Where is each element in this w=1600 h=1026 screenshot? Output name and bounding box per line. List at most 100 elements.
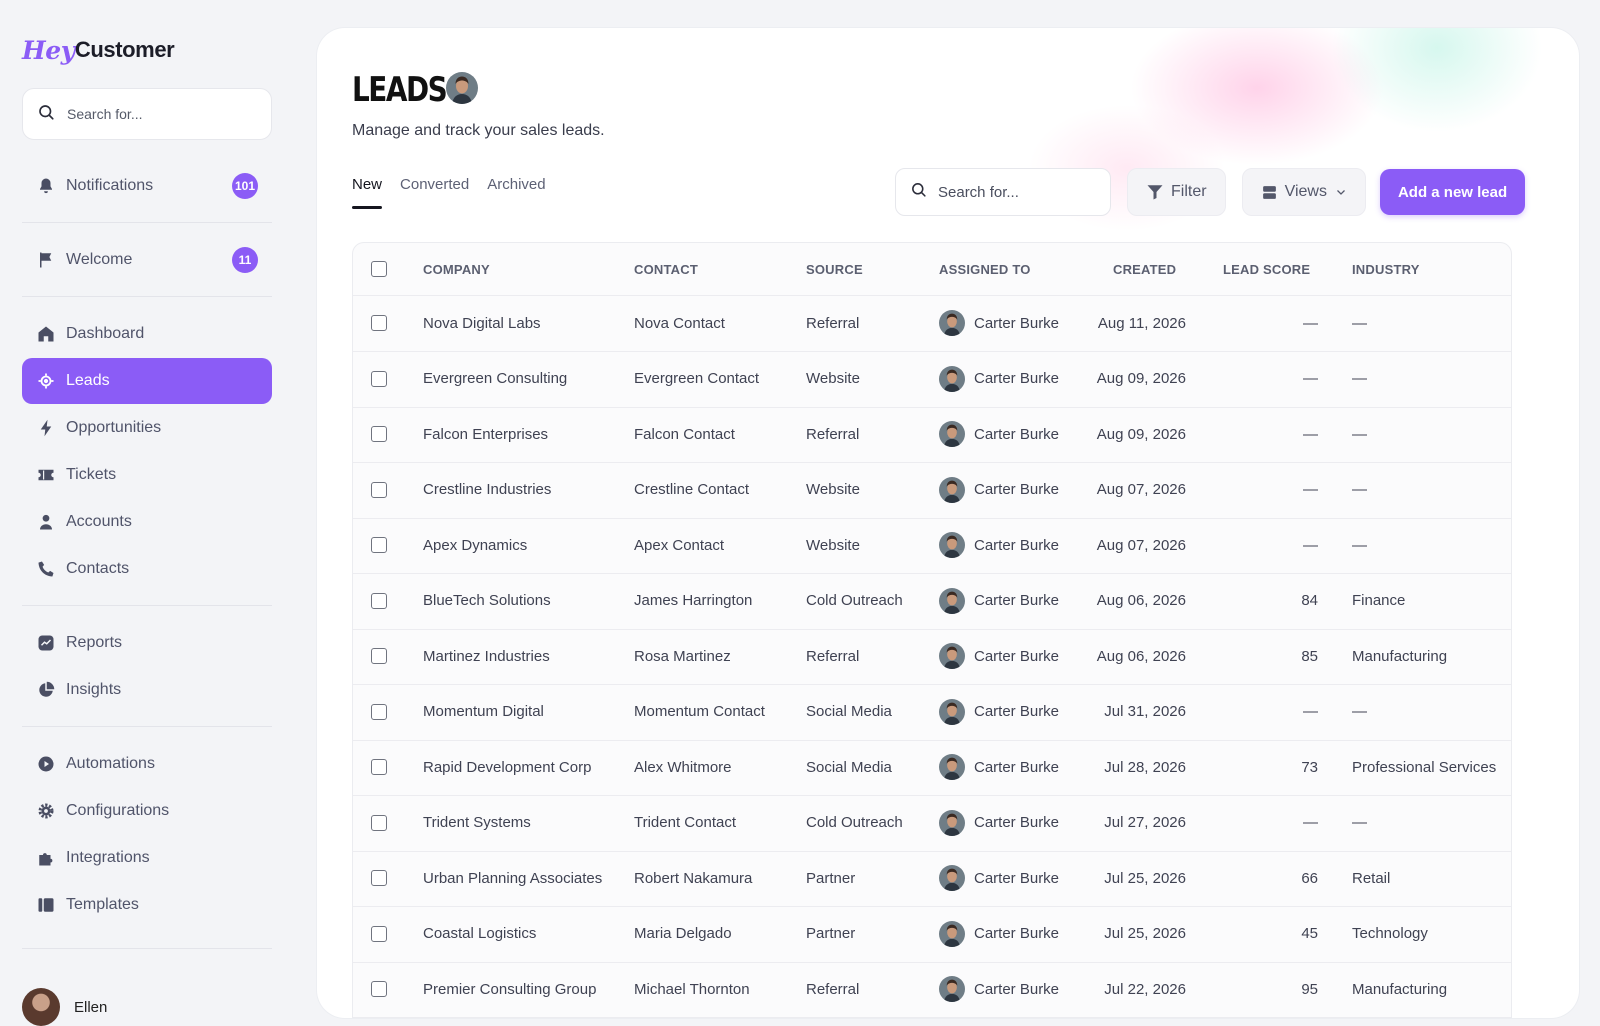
cell-company[interactable]: Falcon Enterprises xyxy=(423,406,548,462)
user-profile[interactable]: Ellen xyxy=(22,988,107,1026)
sidebar-item-automations[interactable]: Automations xyxy=(22,741,272,787)
row-checkbox[interactable] xyxy=(371,426,387,442)
cell-created: Jul 28, 2026 xyxy=(1104,758,1186,776)
cell-created: Jul 31, 2026 xyxy=(1104,703,1186,720)
row-checkbox[interactable] xyxy=(371,759,387,775)
assignee-name: Carter Burke xyxy=(974,814,1060,831)
filter-button[interactable]: Filter xyxy=(1127,168,1226,216)
sidebar-item-leads[interactable]: Leads xyxy=(22,358,272,404)
table-row[interactable]: Momentum Digital Momentum Contact Social M… xyxy=(353,684,1511,741)
table-row[interactable]: Evergreen Consulting Evergreen Contact Web… xyxy=(353,351,1511,408)
cell-company[interactable]: Martinez Industries xyxy=(423,628,550,684)
cell-created: Aug 11, 2026 xyxy=(1097,314,1186,332)
sidebar-divider xyxy=(22,296,272,297)
table-row[interactable]: Trident Systems Trident Contact Cold Outre… xyxy=(353,795,1511,852)
cell-company[interactable]: Apex Dynamics xyxy=(423,517,527,573)
cell-industry: — xyxy=(1352,370,1367,387)
row-checkbox[interactable] xyxy=(371,703,387,720)
column-header-contact[interactable]: Contact xyxy=(634,243,698,295)
avatar xyxy=(939,477,965,503)
sidebar-search-input[interactable] xyxy=(65,105,259,123)
cell-lead-score: — xyxy=(1303,481,1318,498)
table-row[interactable]: Urban Planning Associates Robert Nakamura… xyxy=(353,850,1511,907)
assignee-name: Carter Burke xyxy=(974,425,1060,443)
sidebar-item-welcome[interactable]: Welcome 11 xyxy=(22,237,272,283)
cell-company[interactable]: Urban Planning Associates xyxy=(423,850,602,906)
cell-company[interactable]: Coastal Logistics xyxy=(423,906,536,962)
table-row[interactable]: Nova Digital Labs Nova Contact Referral Car… xyxy=(353,295,1511,352)
row-checkbox[interactable] xyxy=(371,870,387,886)
add-lead-button[interactable]: Add a new lead xyxy=(1379,169,1526,215)
table-row[interactable]: Martinez Industries Rosa Martinez Referral… xyxy=(353,628,1511,685)
cell-lead-score: 66 xyxy=(1301,869,1318,887)
cell-contact: Maria Delgado xyxy=(634,925,732,942)
column-header-assigned-to[interactable]: Assigned To xyxy=(939,243,1031,295)
cell-lead-score: 85 xyxy=(1301,647,1318,665)
cell-industry: Manufacturing xyxy=(1352,647,1448,665)
tab-new[interactable]: New xyxy=(352,176,383,209)
search-icon xyxy=(910,181,927,203)
app-logo[interactable]: Hey Customer xyxy=(22,30,175,70)
table-row[interactable]: Coastal Logistics Maria Delgado Partner Car… xyxy=(353,906,1511,963)
sidebar-item-accounts[interactable]: Accounts xyxy=(22,499,272,545)
cell-company[interactable]: Rapid Development Corp xyxy=(423,739,591,795)
column-header-industry[interactable]: Industry xyxy=(1352,243,1420,295)
sidebar-item-integrations[interactable]: Integrations xyxy=(22,835,272,881)
sidebar-item-label: Notifications xyxy=(66,177,154,194)
phone-icon xyxy=(36,560,55,579)
row-checkbox[interactable] xyxy=(371,592,387,609)
cell-contact: Falcon Contact xyxy=(634,425,735,443)
table-row[interactable]: Crestline Industries Crestline Contact Web… xyxy=(353,462,1511,519)
cell-company[interactable]: Trident Systems xyxy=(423,795,531,851)
sidebar-item-contacts[interactable]: Contacts xyxy=(22,546,272,592)
assignee-name: Carter Burke xyxy=(974,925,1060,942)
column-header-created[interactable]: Created xyxy=(1113,243,1176,295)
row-checkbox[interactable] xyxy=(371,370,387,387)
cell-created: Aug 09, 2026 xyxy=(1096,370,1186,387)
cell-company[interactable]: BlueTech Solutions xyxy=(423,573,551,629)
avatar[interactable] xyxy=(446,72,478,104)
table-row[interactable]: Apex Dynamics Apex Contact Website Carter B… xyxy=(353,517,1511,574)
cell-source: Website xyxy=(806,481,860,498)
sidebar-item-dashboard[interactable]: Dashboard xyxy=(22,311,272,357)
row-checkbox[interactable] xyxy=(371,814,387,831)
views-button[interactable]: Views xyxy=(1241,168,1366,216)
sidebar-item-templates[interactable]: Templates xyxy=(22,882,272,928)
sidebar-item-configurations[interactable]: Configurations xyxy=(22,788,272,834)
column-header-company[interactable]: Company xyxy=(423,243,490,295)
cell-company[interactable]: Crestline Industries xyxy=(423,462,551,518)
assignee-name: Carter Burke xyxy=(974,592,1060,609)
pie-icon xyxy=(36,681,55,700)
sidebar-item-tickets[interactable]: Tickets xyxy=(22,452,272,498)
cell-created: Jul 27, 2026 xyxy=(1104,814,1186,831)
column-header-source[interactable]: Source xyxy=(806,243,863,295)
row-checkbox[interactable] xyxy=(371,648,387,664)
table-row[interactable]: Premier Consulting Group Michael Thornton… xyxy=(353,961,1511,1018)
table-search-input[interactable] xyxy=(936,182,1100,202)
table-row[interactable]: Rapid Development Corp Alex Whitmore Socia… xyxy=(353,739,1511,796)
sidebar-item-reports[interactable]: Reports xyxy=(22,620,272,666)
select-all-checkbox[interactable] xyxy=(371,261,387,277)
gear-icon xyxy=(36,802,55,821)
row-checkbox[interactable] xyxy=(371,925,387,942)
cell-assigned-to: Carter Burke xyxy=(939,906,1059,962)
sidebar-item-opportunities[interactable]: Opportunities xyxy=(22,405,272,451)
cell-company[interactable]: Premier Consulting Group xyxy=(423,961,596,1017)
sidebar-item-label: Insights xyxy=(66,681,122,698)
sidebar-item-notifications[interactable]: Notifications 101 xyxy=(22,163,272,209)
cell-company[interactable]: Momentum Digital xyxy=(423,684,544,740)
assignee-name: Carter Burke xyxy=(974,370,1060,387)
row-checkbox[interactable] xyxy=(371,981,387,997)
row-checkbox[interactable] xyxy=(371,315,387,331)
tab-converted[interactable]: Converted xyxy=(400,176,469,209)
row-checkbox[interactable] xyxy=(371,481,387,498)
avatar xyxy=(939,865,965,891)
table-row[interactable]: BlueTech Solutions James Harrington Cold O… xyxy=(353,573,1511,630)
table-row[interactable]: Falcon Enterprises Falcon Contact Referral… xyxy=(353,406,1511,463)
cell-company[interactable]: Nova Digital Labs xyxy=(423,295,541,351)
sidebar-item-insights[interactable]: Insights xyxy=(22,667,272,713)
column-header-lead-score[interactable]: Lead Score xyxy=(1223,243,1310,295)
row-checkbox[interactable] xyxy=(371,537,387,553)
tab-archived[interactable]: Archived xyxy=(487,176,545,209)
cell-company[interactable]: Evergreen Consulting xyxy=(423,351,567,407)
